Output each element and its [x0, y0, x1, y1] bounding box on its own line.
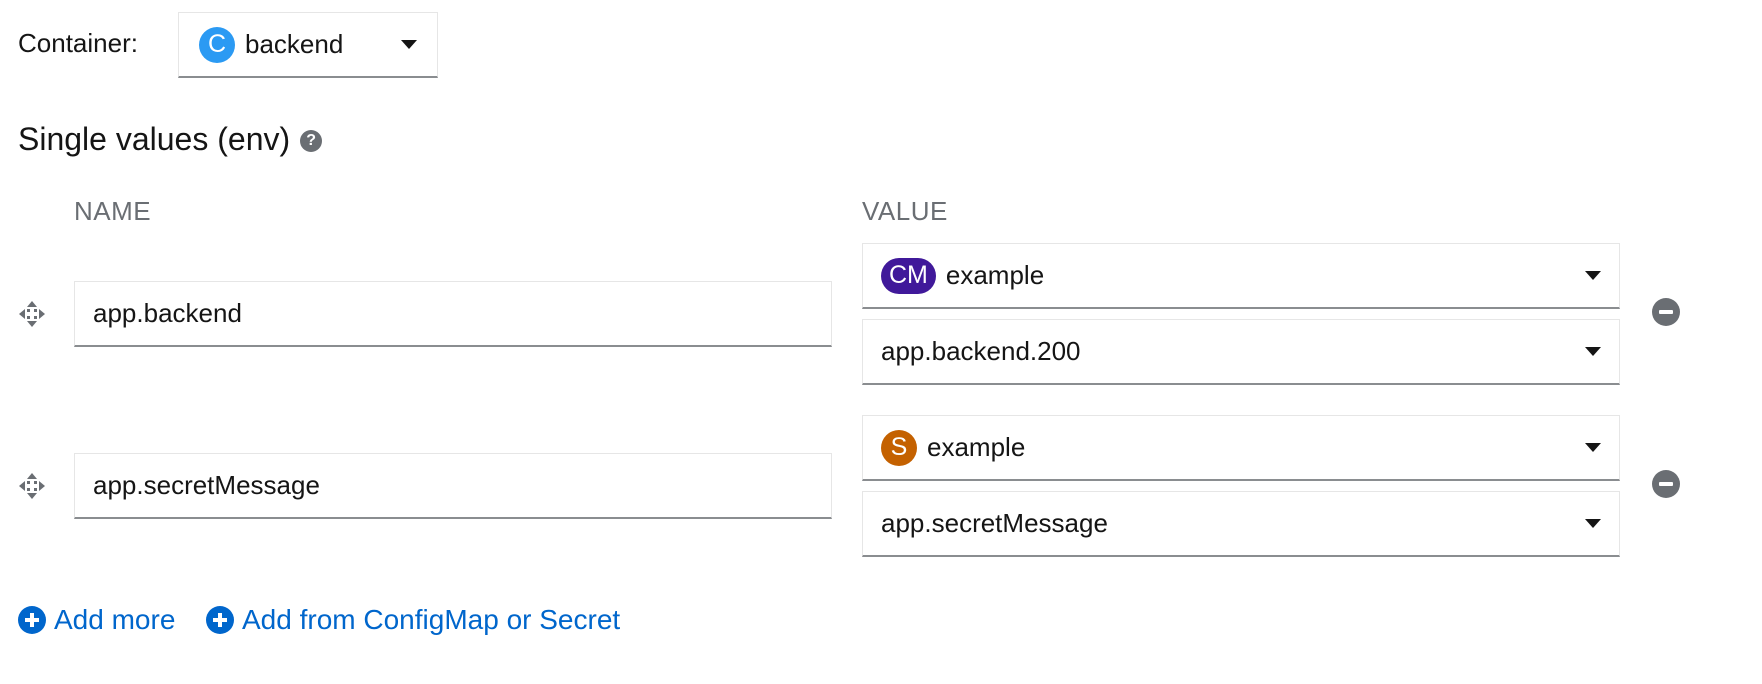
- add-more-label: Add more: [54, 604, 176, 635]
- caret-down-icon: [401, 40, 417, 49]
- add-more-button[interactable]: Add more: [18, 604, 175, 636]
- add-from-configmap-button[interactable]: Add from ConfigMap or Secret: [206, 604, 620, 636]
- remove-icon[interactable]: [1652, 298, 1680, 326]
- env-name-input[interactable]: app.backend: [74, 281, 832, 347]
- column-header-value: VALUE: [862, 196, 948, 226]
- resource-name: example: [927, 432, 1026, 462]
- caret-down-icon: [1585, 519, 1601, 528]
- secret-badge: S: [881, 429, 917, 466]
- section-title-text: Single values (env): [18, 121, 291, 157]
- container-dropdown[interactable]: C backend: [178, 12, 438, 78]
- drag-handle-icon[interactable]: [18, 472, 46, 500]
- resource-dropdown[interactable]: S example: [862, 415, 1620, 481]
- configmap-badge: CM: [881, 257, 936, 294]
- caret-down-icon: [1585, 271, 1601, 280]
- key-dropdown[interactable]: app.secretMessage: [862, 491, 1620, 557]
- env-name-value: app.secretMessage: [93, 470, 320, 500]
- remove-icon[interactable]: [1652, 470, 1680, 498]
- key-value: app.backend.200: [881, 336, 1081, 366]
- caret-down-icon: [1585, 347, 1601, 356]
- add-from-label: Add from ConfigMap or Secret: [242, 604, 621, 635]
- env-name-value: app.backend: [93, 298, 242, 328]
- key-value: app.secretMessage: [881, 508, 1108, 538]
- drag-handle-icon[interactable]: [18, 300, 46, 328]
- env-name-input[interactable]: app.secretMessage: [74, 453, 832, 519]
- section-title: Single values (env) ?: [18, 119, 323, 159]
- column-header-name: NAME: [74, 196, 152, 226]
- plus-circle-icon: [18, 606, 46, 634]
- resource-dropdown[interactable]: CM example: [862, 243, 1620, 309]
- plus-circle-icon: [206, 606, 234, 634]
- key-dropdown[interactable]: app.backend.200: [862, 319, 1620, 385]
- help-icon[interactable]: ?: [300, 130, 323, 152]
- resource-name: example: [945, 260, 1045, 290]
- container-selected: backend: [245, 29, 344, 59]
- container-label: Container:: [18, 28, 138, 58]
- container-badge: C: [199, 26, 235, 63]
- caret-down-icon: [1585, 443, 1601, 452]
